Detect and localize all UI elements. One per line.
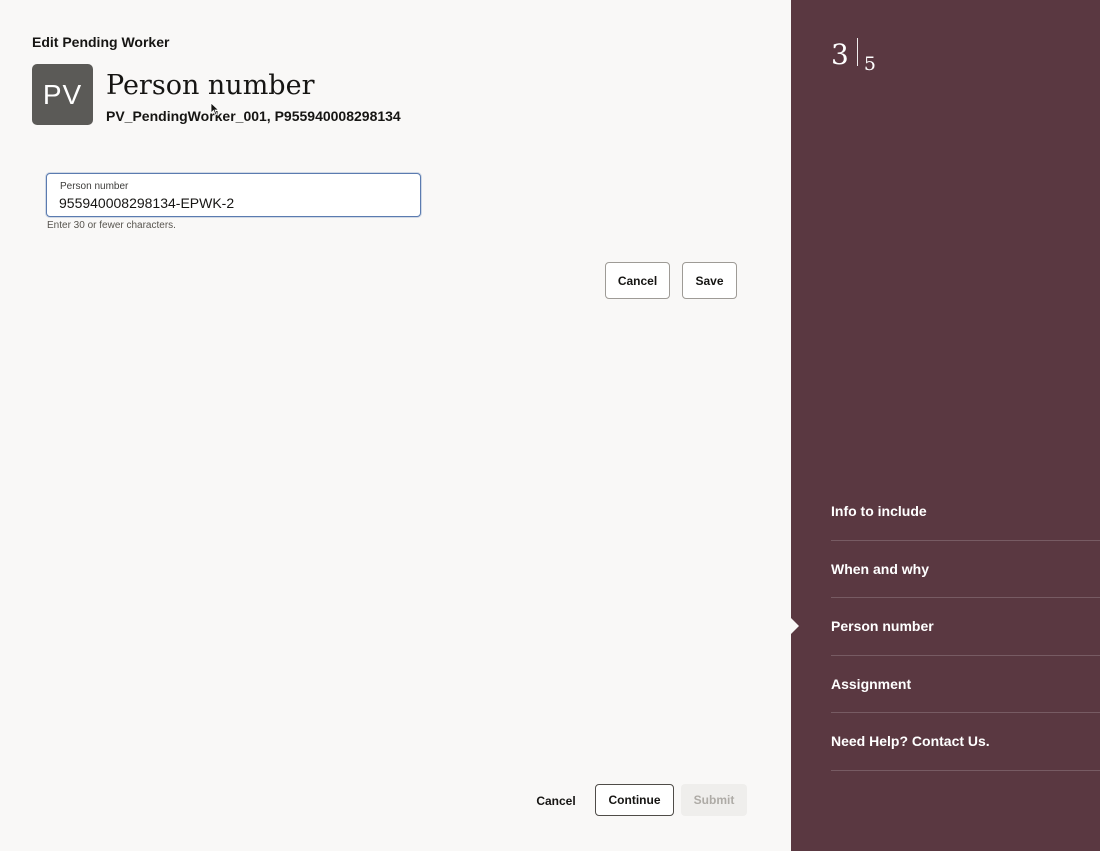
nav-item-label: Person number: [831, 618, 934, 635]
save-button[interactable]: Save: [682, 262, 737, 299]
cancel-button[interactable]: Cancel: [530, 785, 582, 816]
current-step: 3: [831, 38, 849, 71]
person-number-input[interactable]: [59, 194, 409, 212]
worker-subtitle: PV_PendingWorker_001, P955940008298134: [106, 108, 401, 124]
guide-panel: 35 Info to include When and why Person n…: [791, 0, 1100, 851]
nav-item-need-help[interactable]: Need Help? Contact Us.: [831, 713, 1100, 771]
nav-item-label: Info to include: [831, 503, 927, 520]
step-counter: 35: [831, 38, 876, 75]
main-content: Edit Pending Worker PV Person number PV_…: [0, 0, 791, 851]
person-number-label: Person number: [60, 181, 129, 192]
cancel-edit-button[interactable]: Cancel: [605, 262, 670, 299]
mouse-pointer-icon: [210, 102, 220, 116]
page-title: Person number: [106, 70, 315, 101]
step-nav: Info to include When and why Person numb…: [791, 483, 1100, 771]
app-window: Edit Pending Worker PV Person number PV_…: [0, 0, 1100, 851]
nav-item-label: Need Help? Contact Us.: [831, 733, 990, 750]
nav-item-label: Assignment: [831, 675, 912, 692]
field-help-text: Enter 30 or fewer characters.: [47, 220, 176, 231]
triangle-right-icon: [791, 618, 799, 635]
step-divider: [856, 38, 858, 66]
nav-item-when-and-why[interactable]: When and why: [831, 541, 1100, 598]
nav-item-info-to-include[interactable]: Info to include: [831, 483, 1100, 541]
person-number-field[interactable]: Person number: [46, 173, 421, 217]
avatar: PV: [32, 64, 93, 125]
page-heading: Edit Pending Worker: [32, 34, 170, 50]
submit-button[interactable]: Submit: [681, 784, 747, 816]
nav-item-person-number[interactable]: Person number: [791, 598, 1100, 656]
continue-button[interactable]: Continue: [595, 784, 674, 816]
total-steps: 5: [863, 53, 876, 75]
nav-item-assignment[interactable]: Assignment: [831, 656, 1100, 713]
nav-item-label: When and why: [831, 560, 929, 577]
